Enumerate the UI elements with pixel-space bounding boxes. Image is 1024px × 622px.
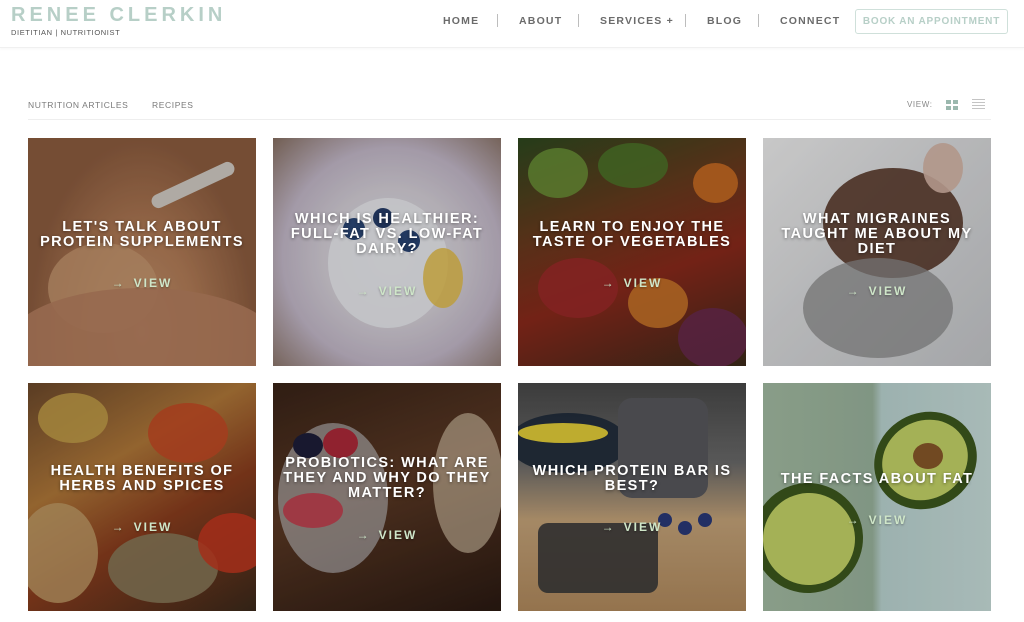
card-title: HEALTH BENEFITS OF HERBS AND SPICES (50, 463, 234, 494)
article-card-fat[interactable]: THE FACTS ABOUT FAT → VIEW (763, 383, 991, 611)
card-title: LEARN TO ENJOY THE TASTE OF VEGETABLES (532, 219, 732, 250)
article-card-vegetables[interactable]: LEARN TO ENJOY THE TASTE OF VEGETABLES →… (518, 138, 746, 366)
filter-nutrition-articles[interactable]: NUTRITION ARTICLES (28, 100, 128, 110)
site-logo[interactable]: RENEE CLERKIN DIETITIAN | NUTRITIONIST (11, 5, 226, 37)
book-appointment-button[interactable]: BOOK AN APPOINTMENT (855, 9, 1008, 34)
card-title: THE FACTS ABOUT FAT (780, 471, 974, 487)
nav-divider (685, 14, 686, 27)
article-card-dairy[interactable]: WHICH IS HEALTHIER: FULL-FAT VS. LOW-FAT… (273, 138, 501, 366)
article-card-protein-supplements[interactable]: LET'S TALK ABOUT PROTEIN SUPPLEMENTS → VI… (28, 138, 256, 366)
card-title: PROBIOTICS: WHAT ARE THEY AND WHY DO THE… (283, 455, 491, 501)
arrow-right-icon: → (846, 513, 861, 527)
view-label: VIEW: (907, 100, 933, 109)
arrow-right-icon: → (846, 284, 861, 298)
article-card-migraines[interactable]: WHAT MIGRAINES TAUGHT ME ABOUT MY DIET →… (763, 138, 991, 366)
arrow-right-icon: → (601, 520, 616, 534)
nav-services[interactable]: SERVICES + (600, 15, 674, 27)
arrow-right-icon: → (356, 284, 371, 298)
article-card-protein-bar[interactable]: WHICH PROTEIN BAR IS BEST? → VIEW (518, 383, 746, 611)
card-view-link[interactable]: → VIEW (518, 520, 746, 534)
list-view-icon[interactable] (972, 99, 985, 110)
site-header: RENEE CLERKIN DIETITIAN | NUTRITIONIST H… (0, 0, 1024, 48)
card-view-link[interactable]: → VIEW (518, 276, 746, 290)
filter-recipes[interactable]: RECIPES (152, 100, 194, 110)
card-title: WHICH PROTEIN BAR IS BEST? (532, 463, 732, 494)
card-view-link[interactable]: → VIEW (763, 284, 991, 298)
arrow-right-icon: → (356, 528, 371, 542)
filter-bar: NUTRITION ARTICLES RECIPES VIEW: (28, 96, 991, 120)
nav-blog[interactable]: BLOG (707, 15, 742, 27)
nav-divider (578, 14, 579, 27)
card-view-link[interactable]: → VIEW (763, 513, 991, 527)
card-title: WHICH IS HEALTHIER: FULL-FAT VS. LOW-FAT… (290, 211, 484, 257)
nav-home[interactable]: HOME (443, 15, 479, 27)
nav-about[interactable]: ABOUT (519, 15, 562, 27)
arrow-right-icon: → (111, 520, 126, 534)
card-view-link[interactable]: → VIEW (28, 520, 256, 534)
card-view-link[interactable]: → VIEW (28, 276, 256, 290)
arrow-right-icon: → (601, 276, 616, 290)
card-title: LET'S TALK ABOUT PROTEIN SUPPLEMENTS (40, 219, 244, 250)
grid-view-icon[interactable] (946, 100, 958, 110)
card-view-link[interactable]: → VIEW (273, 528, 501, 542)
nav-divider (497, 14, 498, 27)
article-card-herbs-spices[interactable]: HEALTH BENEFITS OF HERBS AND SPICES → VIE… (28, 383, 256, 611)
nav-divider (758, 14, 759, 27)
brand-tagline: DIETITIAN | NUTRITIONIST (11, 28, 121, 37)
card-view-link[interactable]: → VIEW (273, 284, 501, 298)
arrow-right-icon: → (111, 276, 126, 290)
brand-name: RENEE CLERKIN (11, 4, 227, 26)
article-card-probiotics[interactable]: PROBIOTICS: WHAT ARE THEY AND WHY DO THE… (273, 383, 501, 611)
nav-connect[interactable]: CONNECT (780, 15, 840, 27)
card-title: WHAT MIGRAINES TAUGHT ME ABOUT MY DIET (781, 211, 973, 257)
